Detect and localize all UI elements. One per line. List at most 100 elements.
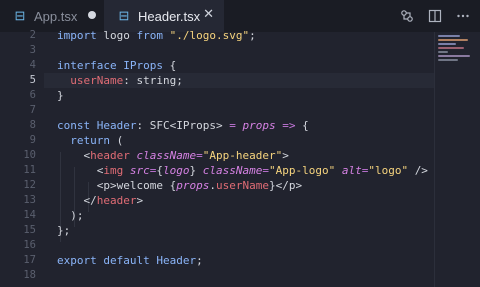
more-actions-icon[interactable] (454, 7, 472, 25)
code-editor[interactable]: 2 import logo from "./logo.svg"; 3 4 interfa… (0, 29, 480, 287)
code-token: import (57, 29, 104, 42)
code-line[interactable]: 11 <img src={logo} className="App-logo" … (0, 163, 434, 178)
code-token: < (57, 149, 91, 162)
code-token: alt (341, 164, 362, 177)
typescript-file-icon: ⊟ (14, 8, 26, 23)
code-line[interactable]: 12 <p>welcome {props.userName}</p> (0, 178, 434, 193)
code-line[interactable]: 14 ); (0, 208, 434, 223)
line-number: 14 (23, 209, 36, 221)
code-token: Header (96, 119, 137, 132)
code-token: . (209, 179, 216, 192)
code-token: "./logo.svg" (169, 29, 250, 42)
minimap[interactable] (434, 32, 480, 287)
code-token: logo (162, 164, 190, 177)
line-number: 13 (23, 194, 36, 206)
minimap-line (438, 55, 470, 57)
code-token: userName (215, 179, 269, 192)
code-line[interactable]: 16 (0, 238, 434, 253)
code-token: }; (57, 224, 71, 237)
line-code: }; (57, 223, 70, 238)
typescript-file-icon: ⊟ (118, 8, 130, 23)
line-number: 9 (29, 134, 36, 146)
minimap-line (438, 47, 464, 49)
code-line[interactable]: 6} (0, 88, 434, 103)
code-token: logo (103, 29, 137, 42)
line-code: <p>welcome {props.userName}</p> (57, 178, 302, 193)
code-line[interactable]: 2 import logo from "./logo.svg"; (0, 28, 434, 43)
code-token: export (57, 254, 104, 267)
line-number: 11 (23, 164, 36, 176)
code-line[interactable]: 5 userName: string; (0, 73, 434, 88)
line-number: 6 (29, 89, 36, 101)
code-token: { (169, 59, 177, 72)
line-code: </header> (57, 193, 143, 208)
close-icon[interactable]: ✕ (203, 6, 214, 22)
editor-window: ⊟ App.tsx ⊟ Header.tsx ✕ 2import logo f (0, 0, 480, 287)
line-number: 8 (29, 119, 36, 131)
code-token: props (176, 179, 210, 192)
code-token: ; (196, 254, 203, 267)
minimap-line (438, 59, 458, 61)
line-number: 18 (23, 269, 36, 281)
code-token: = (196, 149, 203, 162)
code-token: default (103, 254, 157, 267)
line-number: 15 (23, 224, 36, 236)
code-line[interactable]: 4 interface IProps { (0, 58, 434, 73)
line-code: return ( (57, 133, 123, 148)
open-changes-icon[interactable] (398, 7, 416, 25)
line-code: <header className="App-header"> (57, 148, 289, 163)
code-line[interactable]: 18 (0, 268, 434, 283)
line-code: interface IProps { (57, 58, 176, 73)
code-line[interactable]: 15}; (0, 223, 434, 238)
minimap-line (438, 43, 456, 45)
code-token: return (70, 134, 117, 147)
line-number: 4 (29, 59, 36, 71)
code-token: }</p> (268, 179, 303, 192)
code-token: => (282, 119, 303, 132)
code-line[interactable]: 17 export default Header; (0, 253, 434, 268)
code-token: } (57, 89, 64, 102)
code-line[interactable]: 10 <header className="App-header"> (0, 148, 434, 163)
code-token: = (229, 119, 243, 132)
unsaved-dot-icon[interactable] (88, 11, 96, 19)
tab-label: Header.tsx (138, 8, 201, 24)
code-token: className (136, 149, 197, 162)
code-token: header (96, 194, 137, 207)
code-line[interactable]: 13 </header> (0, 193, 434, 208)
code-token: ; (249, 29, 256, 42)
line-code: import logo from "./logo.svg"; (57, 28, 256, 43)
code-line[interactable]: 3 (0, 43, 434, 58)
code-token: </ (57, 194, 97, 207)
code-token: : (123, 74, 137, 87)
code-line[interactable]: 7 (0, 103, 434, 118)
code-token: "App-logo" (268, 164, 342, 177)
code-token: ( (116, 134, 124, 147)
line-number: 10 (23, 149, 36, 161)
code-line[interactable]: 8 const Header: SFC<IProps> = props => { (0, 118, 434, 133)
code-token: string; (136, 74, 183, 87)
minimap-line (438, 39, 468, 41)
code-token: className (202, 164, 263, 177)
code-token: : SFC<IProps> (136, 119, 230, 132)
code-token: img (103, 164, 130, 177)
line-number: 3 (29, 44, 36, 56)
line-number: 2 (29, 29, 36, 41)
code-token: = (262, 164, 269, 177)
code-token: > (282, 149, 289, 162)
line-number: 5 (29, 74, 36, 86)
code-token: < (57, 164, 104, 177)
code-token: header (90, 149, 137, 162)
split-editor-icon[interactable] (426, 7, 444, 25)
minimap-line (438, 51, 448, 53)
line-code: } (57, 88, 64, 103)
code-token: src (129, 164, 150, 177)
code-token: { (156, 164, 163, 177)
line-code: userName: string; (57, 73, 183, 88)
code-token: /> (414, 164, 428, 177)
code-token: interface (57, 59, 124, 72)
code-line[interactable]: 9 return ( (0, 133, 434, 148)
code-token: "App-header" (202, 149, 283, 162)
line-number: 17 (23, 254, 36, 266)
